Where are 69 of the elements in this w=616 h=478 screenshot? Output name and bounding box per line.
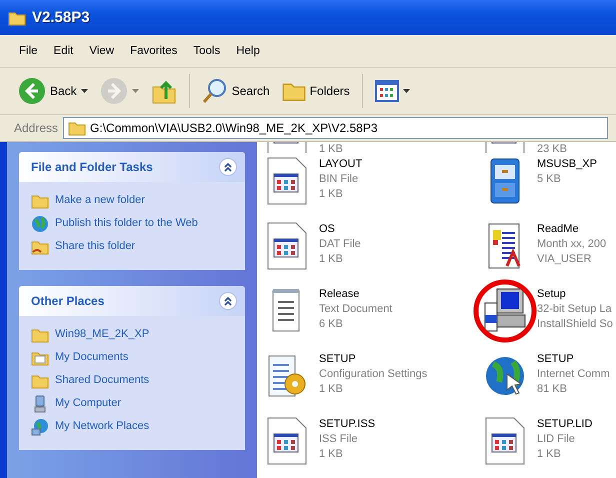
file-detail: Configuration Settings (319, 367, 428, 382)
menu-item[interactable]: Help (229, 43, 267, 59)
double-chevron-icon (223, 296, 233, 306)
task-link[interactable]: Win98_ME_2K_XP (55, 326, 150, 342)
file-name: SETUP.ISS (319, 417, 376, 432)
file-name: Setup (537, 287, 567, 302)
dropdown-caret-icon (80, 89, 88, 93)
file-detail: LID File (537, 432, 576, 447)
dropdown-caret-icon (132, 89, 139, 93)
search-button[interactable]: Search (198, 76, 274, 106)
file-name: OS (319, 222, 336, 237)
menu-item[interactable]: View (82, 43, 122, 59)
file-detail: 1 KB (537, 447, 562, 462)
folders-button[interactable]: Folders (278, 77, 354, 105)
dropdown-caret-icon (402, 89, 410, 93)
file-name: SETUP.LID (537, 417, 592, 432)
file-detail: DAT File (319, 237, 361, 252)
highlight-circle (473, 279, 537, 343)
double-chevron-icon (223, 162, 233, 172)
file-name: MSUSB_XP (537, 157, 597, 172)
file-detail: BIN File (319, 172, 360, 187)
task-link[interactable]: My Network Places (55, 418, 150, 434)
document-icon (265, 222, 309, 270)
file-detail: ISS File (319, 432, 359, 447)
file-detail: 1 KB (319, 447, 344, 462)
file-detail: 81 KB (537, 382, 568, 397)
file-name: SETUP (537, 352, 575, 367)
panel-title: File and Folder Tasks (31, 160, 153, 174)
task-link[interactable]: My Documents (55, 349, 128, 365)
file-detail: 1 KB (319, 142, 343, 153)
document-icon (265, 417, 309, 465)
file-detail: InstallShield So (537, 317, 613, 332)
address-label: Address (14, 121, 58, 135)
collapse-button[interactable] (219, 292, 237, 310)
file-name: LAYOUT (319, 157, 362, 172)
menu-item[interactable]: Edit (46, 43, 80, 59)
document-icon (483, 417, 527, 465)
task-link[interactable]: Make a new folder (55, 192, 145, 208)
address-field[interactable]: G:\Common\VIA\USB2.0\Win98_ME_2K_XP\V2.58P3 (63, 117, 608, 139)
panel-title: Other Places (31, 294, 104, 308)
task-link[interactable]: Publish this folder to the Web (55, 215, 198, 231)
file-detail: Month xx, 200 (537, 237, 606, 252)
file-detail: 1 KB (319, 252, 344, 267)
file-detail: 6 KB (319, 317, 344, 332)
file-detail: VIA_USER (537, 252, 592, 267)
file-name: Release (319, 287, 360, 302)
menu-item[interactable]: Favorites (123, 43, 184, 59)
views-grid-icon (374, 80, 399, 102)
file-name: ReadMe (537, 222, 580, 237)
network-globe-icon (31, 418, 49, 436)
task-link[interactable]: Share this folder (55, 238, 136, 254)
file-detail: 5 KB (537, 172, 562, 187)
file-detail: 1 KB (319, 187, 344, 202)
back-button[interactable]: Back (14, 75, 92, 107)
document-icon (265, 157, 309, 205)
task-link[interactable]: Shared Documents (55, 372, 150, 388)
search-icon (202, 78, 228, 104)
file-detail: 32-bit Setup La (537, 302, 613, 317)
file-detail: 1 KB (319, 382, 344, 397)
file-detail: Internet Comm (537, 367, 610, 382)
collapse-button[interactable] (219, 158, 237, 176)
window-title: V2.58P3 (32, 9, 90, 26)
globe-icon (31, 215, 49, 233)
task-link[interactable]: My Computer (55, 395, 122, 411)
file-detail: 23 KB (537, 142, 567, 153)
menu-item[interactable]: Tools (186, 43, 228, 59)
file-detail: Text Document (319, 302, 392, 317)
menu-item[interactable]: File (12, 43, 45, 59)
file-name: SETUP (319, 352, 357, 367)
